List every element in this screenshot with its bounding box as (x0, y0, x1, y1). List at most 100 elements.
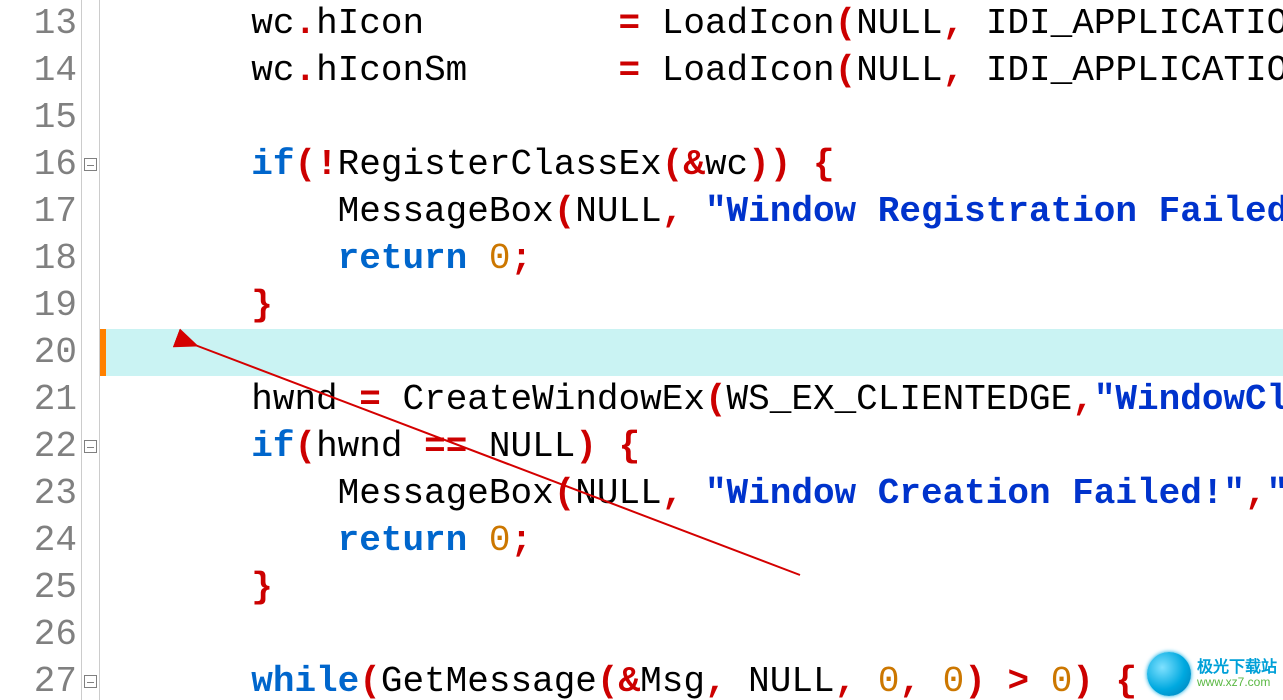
code-line[interactable]: while(GetMessage(&Msg, NULL, 0, 0) > 0) … (100, 658, 1283, 700)
token: > (1007, 661, 1029, 700)
line-number: 13 (0, 0, 77, 47)
token: ( (554, 191, 576, 232)
token: , (705, 661, 727, 700)
token: , (899, 661, 921, 700)
token: "Window Creation Failed!" (705, 473, 1245, 514)
token: ) (575, 426, 597, 467)
token: = (619, 3, 641, 44)
code-line[interactable]: } (100, 564, 1283, 611)
token: ( (835, 3, 857, 44)
token: wc (251, 3, 294, 44)
token: ( (662, 144, 684, 185)
code-editor[interactable]: 13 14 15 16 17 18 19 20 21 22 23 24 25 2… (0, 0, 1283, 700)
token: 0 (489, 520, 511, 561)
token: , (662, 473, 684, 514)
token: , (662, 191, 684, 232)
token: { (1116, 661, 1138, 700)
token: { (813, 144, 835, 185)
token: hwnd (316, 426, 402, 467)
token: RegisterClassEx (338, 144, 662, 185)
token: NULL (489, 426, 575, 467)
token: . (294, 50, 316, 91)
token: ( (597, 661, 619, 700)
token: . (294, 3, 316, 44)
token: LoadIcon (662, 50, 835, 91)
line-number: 15 (0, 94, 77, 141)
line-number: 27 (0, 658, 77, 700)
token: , (835, 661, 857, 700)
token: NULL (575, 191, 661, 232)
line-number: 24 (0, 517, 77, 564)
fold-toggle-icon[interactable] (84, 158, 97, 171)
line-number: 18 (0, 235, 77, 282)
token: ( (359, 661, 381, 700)
token: MessageBox (338, 191, 554, 232)
token: ( (294, 426, 316, 467)
line-number: 26 (0, 611, 77, 658)
line-number: 17 (0, 188, 77, 235)
code-text-area[interactable]: wc.hIcon = LoadIcon(NULL, IDI_APPLICATIO… (100, 0, 1283, 700)
fold-toggle-icon[interactable] (84, 675, 97, 688)
token: ; (510, 238, 532, 279)
token: 0 (943, 661, 965, 700)
token: hwnd (251, 379, 337, 420)
line-number: 21 (0, 376, 77, 423)
change-marker (100, 329, 106, 376)
line-number: 25 (0, 564, 77, 611)
token: WS_EX_CLIENTEDGE (727, 379, 1073, 420)
token: ( (294, 144, 316, 185)
token: } (251, 567, 273, 608)
token: & (683, 144, 705, 185)
code-line[interactable]: hwnd = CreateWindowEx(WS_EX_CLIENTEDGE,"… (100, 376, 1283, 423)
code-line[interactable]: MessageBox(NULL, "Window Registration Fa… (100, 188, 1283, 235)
token: ) (1072, 661, 1094, 700)
token: return (338, 238, 468, 279)
token: , (943, 3, 965, 44)
token: "Er (1267, 473, 1283, 514)
line-number: 20 (0, 329, 77, 376)
line-number-gutter: 13 14 15 16 17 18 19 20 21 22 23 24 25 2… (0, 0, 82, 700)
code-line[interactable]: wc.hIconSm = LoadIcon(NULL, IDI_APPLICAT… (100, 47, 1283, 94)
token: hIconSm (316, 50, 467, 91)
code-line-current[interactable] (100, 329, 1283, 376)
code-line[interactable]: return 0; (100, 517, 1283, 564)
token: ( (835, 50, 857, 91)
token: hIcon (316, 3, 424, 44)
line-number: 23 (0, 470, 77, 517)
token: MessageBox (338, 473, 554, 514)
token: , (1072, 379, 1094, 420)
code-line[interactable] (100, 94, 1283, 141)
line-number: 22 (0, 423, 77, 470)
fold-toggle-icon[interactable] (84, 440, 97, 453)
code-line[interactable] (100, 611, 1283, 658)
token: "Window Registration Failed!" (705, 191, 1283, 232)
token: ! (316, 144, 338, 185)
token: } (251, 285, 273, 326)
token: NULL (856, 3, 942, 44)
token: & (619, 661, 641, 700)
code-line[interactable]: MessageBox(NULL, "Window Creation Failed… (100, 470, 1283, 517)
token: ) (770, 144, 792, 185)
token: wc (251, 50, 294, 91)
token: ; (510, 520, 532, 561)
token: LoadIcon (662, 3, 835, 44)
token: Msg (640, 661, 705, 700)
token: = (619, 50, 641, 91)
token: NULL (575, 473, 661, 514)
token: NULL (748, 661, 834, 700)
token: if (251, 144, 294, 185)
code-line[interactable]: return 0; (100, 235, 1283, 282)
token: 0 (878, 661, 900, 700)
token: IDI_APPLICATION (986, 50, 1283, 91)
token: == (424, 426, 467, 467)
code-line[interactable]: if(hwnd == NULL) { (100, 423, 1283, 470)
token: = (359, 379, 381, 420)
token: NULL (856, 50, 942, 91)
token: if (251, 426, 294, 467)
token: 0 (489, 238, 511, 279)
token: ) (964, 661, 986, 700)
token: wc (705, 144, 748, 185)
code-line[interactable]: wc.hIcon = LoadIcon(NULL, IDI_APPLICATIO… (100, 0, 1283, 47)
code-line[interactable]: } (100, 282, 1283, 329)
code-line[interactable]: if(!RegisterClassEx(&wc)) { (100, 141, 1283, 188)
